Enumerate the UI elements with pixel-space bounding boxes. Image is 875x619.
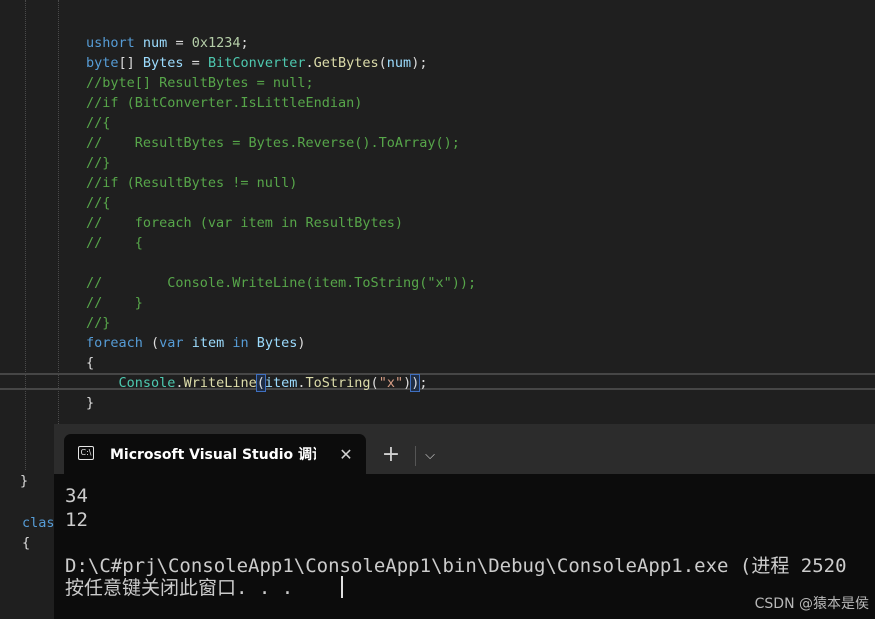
code-line[interactable]: foreach (var item in Bytes): [86, 333, 306, 353]
code-line[interactable]: //{: [86, 193, 110, 213]
code-token: item: [264, 375, 298, 391]
output-line: 12: [65, 509, 88, 531]
code-token: //if (BitConverter.IsLittleEndian): [86, 95, 363, 111]
code-token: byte: [86, 55, 119, 71]
code-token: ): [403, 375, 412, 391]
class-keyword: clas: [22, 515, 55, 531]
indent-guide: [25, 0, 26, 470]
code-token: //}: [86, 315, 111, 331]
tab-separator: [415, 446, 416, 466]
code-token: // }: [86, 295, 143, 311]
code-token: ;: [419, 375, 428, 391]
code-token: 0x1234: [191, 35, 241, 51]
code-line[interactable]: //{: [86, 113, 110, 133]
code-token: var: [159, 335, 184, 351]
code-token: ): [297, 335, 306, 351]
output-line: 按任意键关闭此窗口. . .: [65, 577, 294, 599]
code-token: );: [411, 55, 428, 71]
output-line: D:\C#prj\ConsoleApp1\ConsoleApp1\bin\Deb…: [65, 555, 847, 577]
text-cursor: [341, 576, 343, 598]
code-token: // Console.WriteLine(item.ToString("x"))…: [86, 275, 477, 291]
code-line[interactable]: Console.WriteLine(item.ToString("x"));: [86, 373, 428, 393]
code-token: item: [191, 335, 225, 351]
close-icon[interactable]: ✕: [334, 443, 358, 467]
code-token: (: [255, 374, 266, 392]
code-token: .: [175, 375, 184, 391]
code-token: Bytes: [256, 335, 298, 351]
watermark: CSDN @猿本是侯: [754, 596, 869, 612]
code-token: (: [142, 335, 160, 351]
code-token: // ResultBytes = Bytes.Reverse().ToArray…: [86, 135, 460, 151]
closing-brace: }: [20, 473, 29, 489]
code-token: num: [142, 35, 168, 51]
code-token: []: [118, 55, 143, 71]
code-line[interactable]: ushort num = 0x1234;: [86, 33, 249, 53]
code-token: =: [167, 35, 192, 51]
open-brace: {: [22, 535, 31, 551]
code-token: (: [370, 375, 379, 391]
code-token: GetBytes: [313, 55, 379, 71]
code-token: {: [86, 355, 95, 371]
code-token: WriteLine: [183, 375, 257, 391]
code-token: =: [183, 55, 208, 71]
code-token: ToString: [305, 375, 371, 391]
terminal-tab-strip: C:\ Microsoft Visual Studio 调试控 ✕ + ⌵: [54, 424, 875, 474]
code-token: Console: [118, 375, 176, 391]
code-token: ushort: [86, 35, 135, 51]
code-line[interactable]: // ResultBytes = Bytes.Reverse().ToArray…: [86, 133, 460, 153]
code-token: .: [305, 55, 314, 71]
code-line[interactable]: {: [86, 353, 94, 373]
code-line[interactable]: // {: [86, 233, 143, 253]
chevron-down-icon[interactable]: ⌵: [418, 442, 442, 470]
code-token: .: [297, 375, 306, 391]
code-token: "x": [378, 375, 404, 391]
code-line[interactable]: //if (ResultBytes != null): [86, 173, 297, 193]
code-token: // {: [86, 235, 143, 251]
code-line[interactable]: // Console.WriteLine(item.ToString("x"))…: [86, 273, 476, 293]
indent-guide: [58, 0, 59, 424]
code-token: //}: [86, 155, 111, 171]
code-token: BitConverter: [207, 55, 306, 71]
code-line[interactable]: //}: [86, 313, 110, 333]
code-token: Bytes: [142, 55, 184, 71]
code-token: //{: [86, 115, 111, 131]
code-token: // foreach (var item in ResultBytes): [86, 215, 403, 231]
code-token: //if (ResultBytes != null): [86, 175, 298, 191]
code-line[interactable]: // foreach (var item in ResultBytes): [86, 213, 403, 233]
code-line[interactable]: }: [86, 393, 94, 413]
console-icon: C:\: [78, 446, 94, 460]
output-line: 34: [65, 485, 88, 507]
new-tab-button[interactable]: +: [376, 442, 406, 470]
code-token: (: [378, 55, 387, 71]
code-line[interactable]: //if (BitConverter.IsLittleEndian): [86, 93, 362, 113]
code-token: in: [232, 335, 249, 351]
code-token: }: [86, 395, 95, 411]
code-line[interactable]: byte[] Bytes = BitConverter.GetBytes(num…: [86, 53, 427, 73]
terminal-tab[interactable]: C:\ Microsoft Visual Studio 调试控 ✕: [64, 434, 366, 474]
code-line[interactable]: //byte[] ResultBytes = null;: [86, 73, 314, 93]
code-token: ;: [240, 35, 249, 51]
code-token: num: [386, 55, 412, 71]
code-token: foreach: [86, 335, 143, 351]
code-line[interactable]: // }: [86, 293, 143, 313]
code-line[interactable]: //}: [86, 153, 110, 173]
terminal-tab-title: Microsoft Visual Studio 调试控: [110, 447, 316, 463]
code-token: //byte[] ResultBytes = null;: [86, 75, 314, 91]
code-token: //{: [86, 195, 111, 211]
